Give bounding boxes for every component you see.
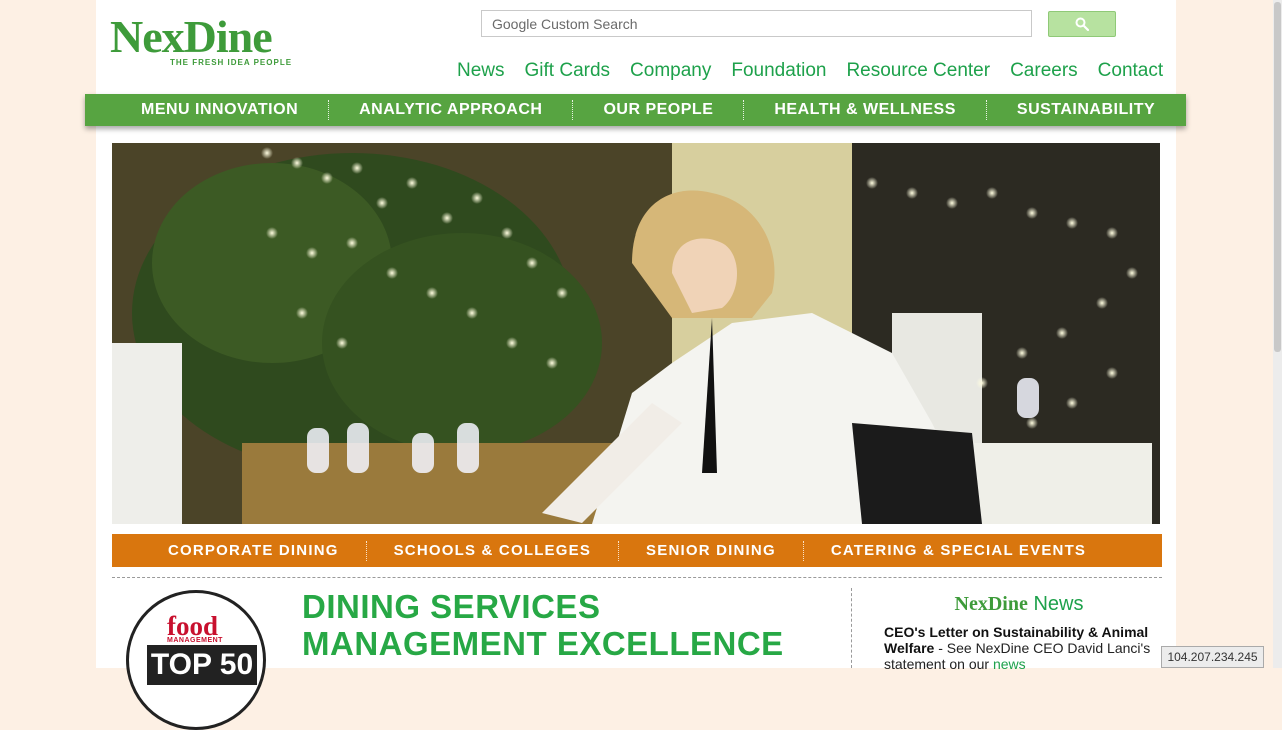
page-headline: DINING SERVICES MANAGEMENT EXCELLENCE (302, 588, 784, 662)
scrollbar[interactable] (1273, 0, 1282, 668)
segment-catering-events[interactable]: CATERING & SPECIAL EVENTS (804, 542, 1113, 559)
section-divider (112, 577, 1162, 578)
nav-analytic-approach[interactable]: ANALYTIC APPROACH (329, 101, 572, 119)
top-link-resource-center[interactable]: Resource Center (846, 60, 990, 82)
hero-image (112, 143, 1160, 524)
logo-wordmark: NexDine (110, 11, 273, 62)
segment-schools-colleges[interactable]: SCHOOLS & COLLEGES (367, 542, 618, 559)
nav-menu-innovation[interactable]: MENU INNOVATION (85, 101, 328, 119)
food-management-top50-badge[interactable]: food MANAGEMENT TOP 50 (126, 590, 266, 730)
news-panel: NexDine News CEO's Letter on Sustainabil… (884, 593, 1154, 672)
headline-line-1: DINING SERVICES (302, 588, 601, 625)
segment-senior-dining[interactable]: SENIOR DINING (619, 542, 803, 559)
news-item: CEO's Letter on Sustainability & Animal … (884, 624, 1154, 672)
top-link-news[interactable]: News (457, 60, 505, 82)
nav-our-people[interactable]: OUR PEOPLE (573, 101, 743, 119)
nav-health-wellness[interactable]: HEALTH & WELLNESS (744, 101, 986, 119)
search-input[interactable] (482, 11, 1031, 36)
badge-management-word: MANAGEMENT (167, 637, 223, 644)
segment-nav: CORPORATE DINING SCHOOLS & COLLEGES SENI… (112, 534, 1162, 567)
top-link-gift-cards[interactable]: Gift Cards (525, 60, 611, 82)
top-link-foundation[interactable]: Foundation (731, 60, 826, 82)
scrollbar-thumb[interactable] (1274, 2, 1281, 352)
top-link-careers[interactable]: Careers (1010, 60, 1078, 82)
news-heading: NexDine News (884, 593, 1154, 616)
news-item-link[interactable]: news (993, 656, 1026, 672)
news-brand: NexDine (954, 593, 1028, 615)
search-box[interactable] (481, 10, 1032, 37)
search-icon (1075, 17, 1089, 31)
ip-address-badge: 104.207.234.245 (1161, 646, 1264, 668)
top-link-contact[interactable]: Contact (1098, 60, 1163, 82)
top-link-company[interactable]: Company (630, 60, 711, 82)
headline-line-2: MANAGEMENT EXCELLENCE (302, 625, 784, 662)
nav-sustainability[interactable]: SUSTAINABILITY (987, 101, 1185, 119)
badge-top50: TOP 50 (147, 645, 257, 685)
page-container: NexDine THE FRESH IDEA PEOPLE News Gift … (85, 0, 1186, 730)
top-links: News Gift Cards Company Foundation Resou… (447, 60, 1173, 82)
news-title: News (1033, 593, 1084, 615)
main-nav: MENU INNOVATION ANALYTIC APPROACH OUR PE… (85, 94, 1186, 126)
segment-corporate-dining[interactable]: CORPORATE DINING (112, 542, 366, 559)
column-divider (851, 588, 852, 668)
logo-tagline: THE FRESH IDEA PEOPLE (170, 58, 293, 67)
nexdine-logo[interactable]: NexDine THE FRESH IDEA PEOPLE (110, 14, 310, 74)
search-button[interactable] (1048, 11, 1116, 37)
